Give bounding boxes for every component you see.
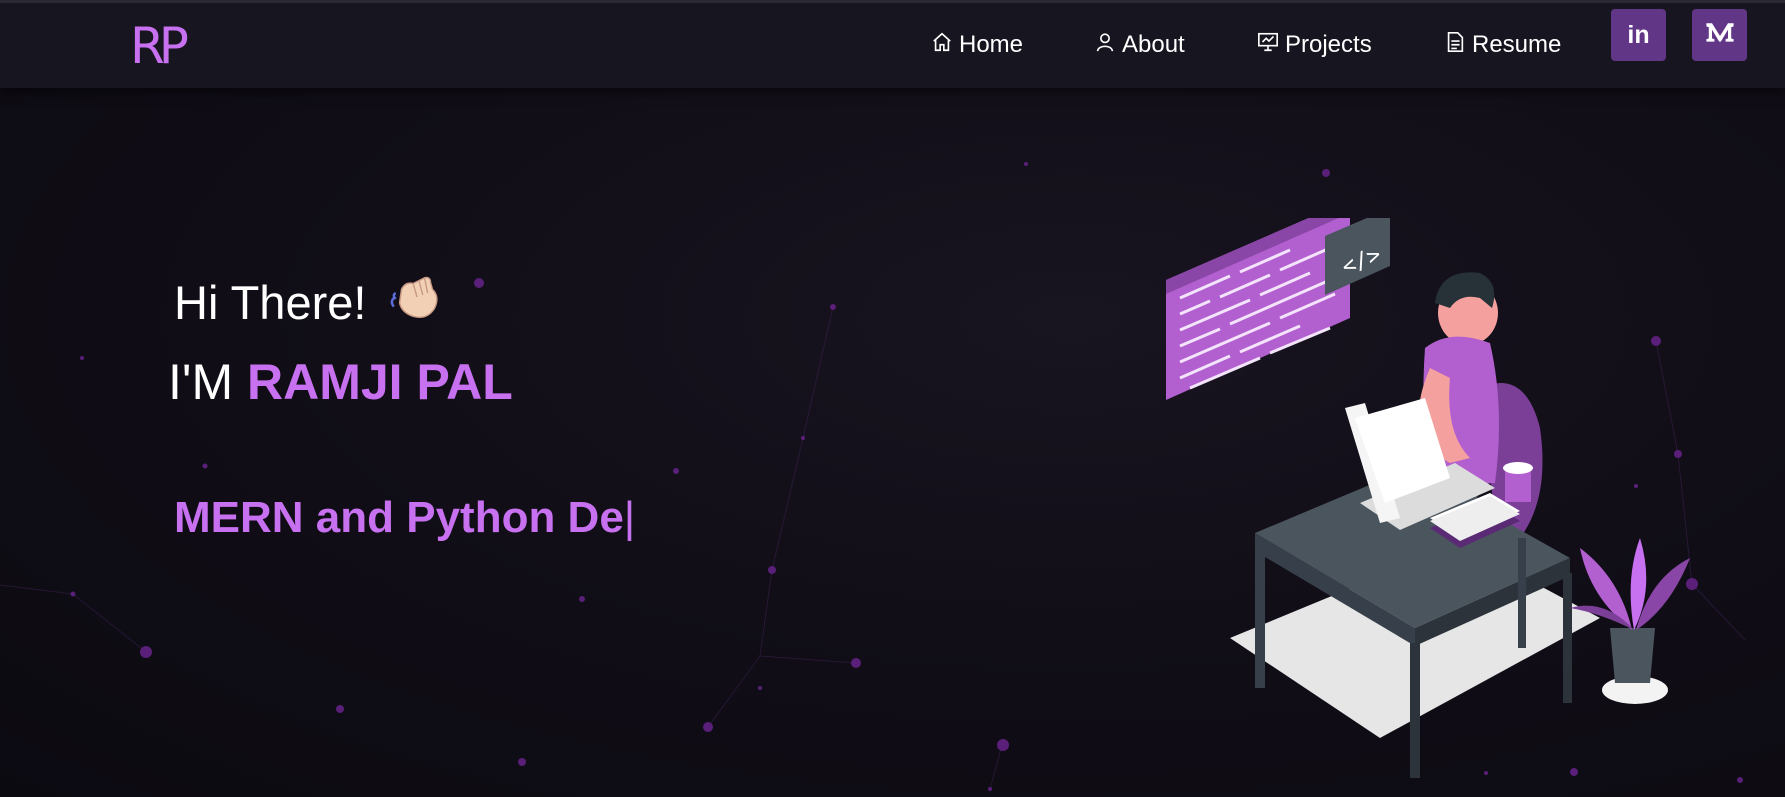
nav-resume[interactable]: Resume bbox=[1444, 27, 1561, 63]
developer-name: RAMJI PAL bbox=[247, 354, 513, 410]
typewriter-cursor: | bbox=[623, 493, 636, 542]
code-panel-graphic: </> bbox=[1166, 218, 1390, 400]
nav-home[interactable]: Home bbox=[931, 27, 1023, 63]
nav-resume-label: Resume bbox=[1472, 31, 1562, 58]
navbar: RP Home About Projects Resume in bbox=[0, 3, 1785, 88]
intro-heading: I'M RAMJI PAL bbox=[168, 353, 513, 411]
typewriter-value: MERN and Python De bbox=[174, 493, 624, 542]
logo[interactable]: RP bbox=[130, 17, 189, 75]
nav-projects[interactable]: Projects bbox=[1257, 27, 1372, 63]
document-icon bbox=[1444, 31, 1466, 60]
home-icon bbox=[931, 31, 953, 60]
nav-about[interactable]: About bbox=[1094, 27, 1185, 63]
top-border bbox=[0, 0, 1785, 3]
linkedin-icon: in bbox=[1627, 20, 1650, 49]
nav-home-label: Home bbox=[959, 31, 1024, 58]
waving-hand-icon bbox=[388, 268, 446, 337]
nav-projects-label: Projects bbox=[1285, 31, 1372, 58]
developer-illustration: </> bbox=[1166, 218, 1690, 778]
intro-prefix: I'M bbox=[168, 354, 234, 410]
typewriter-text: MERN and Python De| bbox=[174, 493, 635, 543]
linkedin-button[interactable]: in bbox=[1611, 9, 1666, 61]
hero-section: Hi There! I'M RAMJI PAL MERN and Python … bbox=[0, 88, 1785, 797]
greeting: Hi There! bbox=[174, 268, 446, 337]
medium-icon bbox=[1704, 20, 1736, 51]
user-icon bbox=[1094, 31, 1116, 60]
presentation-icon bbox=[1257, 31, 1279, 60]
medium-button[interactable] bbox=[1692, 9, 1747, 61]
nav-about-label: About bbox=[1122, 31, 1185, 58]
greeting-text: Hi There! bbox=[174, 276, 367, 329]
